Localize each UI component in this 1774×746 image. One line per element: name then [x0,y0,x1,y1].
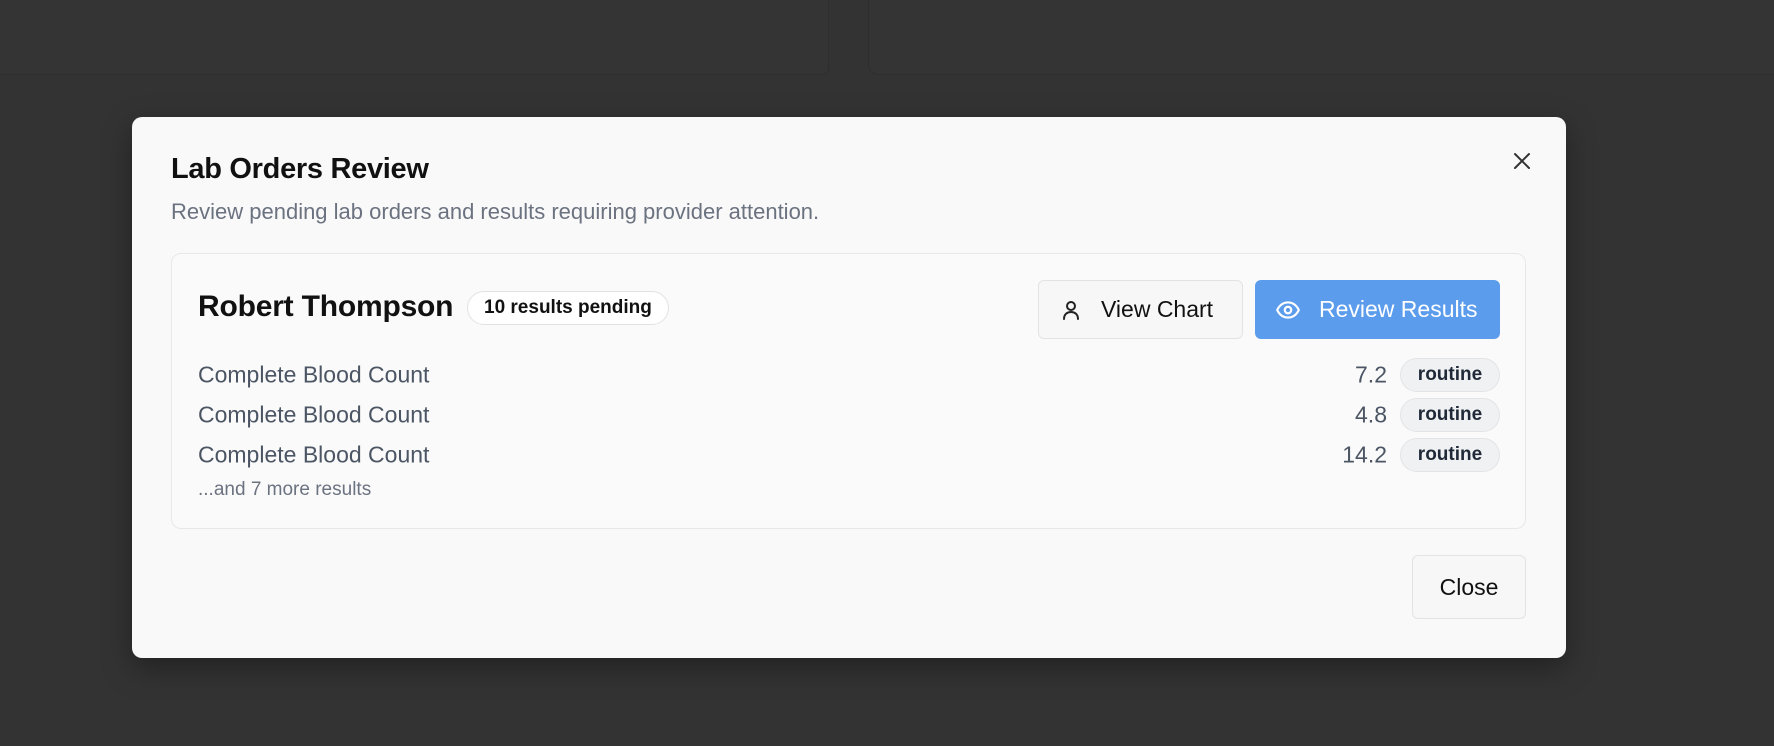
close-button[interactable]: Close [1412,555,1526,619]
eye-icon [1275,297,1301,323]
result-row: Complete Blood Count 7.2 routine [198,357,1500,393]
priority-badge: routine [1400,398,1500,432]
result-value: 14.2 [1342,441,1387,468]
review-results-button[interactable]: Review Results [1255,280,1500,339]
pending-results-badge: 10 results pending [467,291,669,325]
background-panel-right [868,0,1774,75]
background-panel-left [0,0,829,75]
review-results-label: Review Results [1319,296,1478,322]
result-test-name: Complete Blood Count [198,361,430,388]
priority-badge: routine [1400,358,1500,392]
user-icon [1059,298,1083,322]
result-row: Complete Blood Count 14.2 routine [198,437,1500,473]
close-icon [1514,153,1530,169]
dialog-title: Lab Orders Review [171,153,429,185]
priority-badge: routine [1400,438,1500,472]
patient-card: Robert Thompson 10 results pending View … [171,253,1526,529]
dialog-description: Review pending lab orders and results re… [171,199,820,224]
result-value: 7.2 [1355,361,1387,388]
result-test-name: Complete Blood Count [198,441,430,468]
dialog-close-button[interactable] [1506,145,1538,177]
result-test-name: Complete Blood Count [198,401,430,428]
view-chart-label: View Chart [1101,296,1214,322]
view-chart-button[interactable]: View Chart [1038,280,1243,339]
result-row: Complete Blood Count 4.8 routine [198,397,1500,433]
patient-name: Robert Thompson [198,290,454,323]
result-value: 4.8 [1355,401,1387,428]
more-results-text: ...and 7 more results [198,479,372,500]
lab-orders-dialog: Lab Orders Review Review pending lab ord… [132,117,1566,658]
